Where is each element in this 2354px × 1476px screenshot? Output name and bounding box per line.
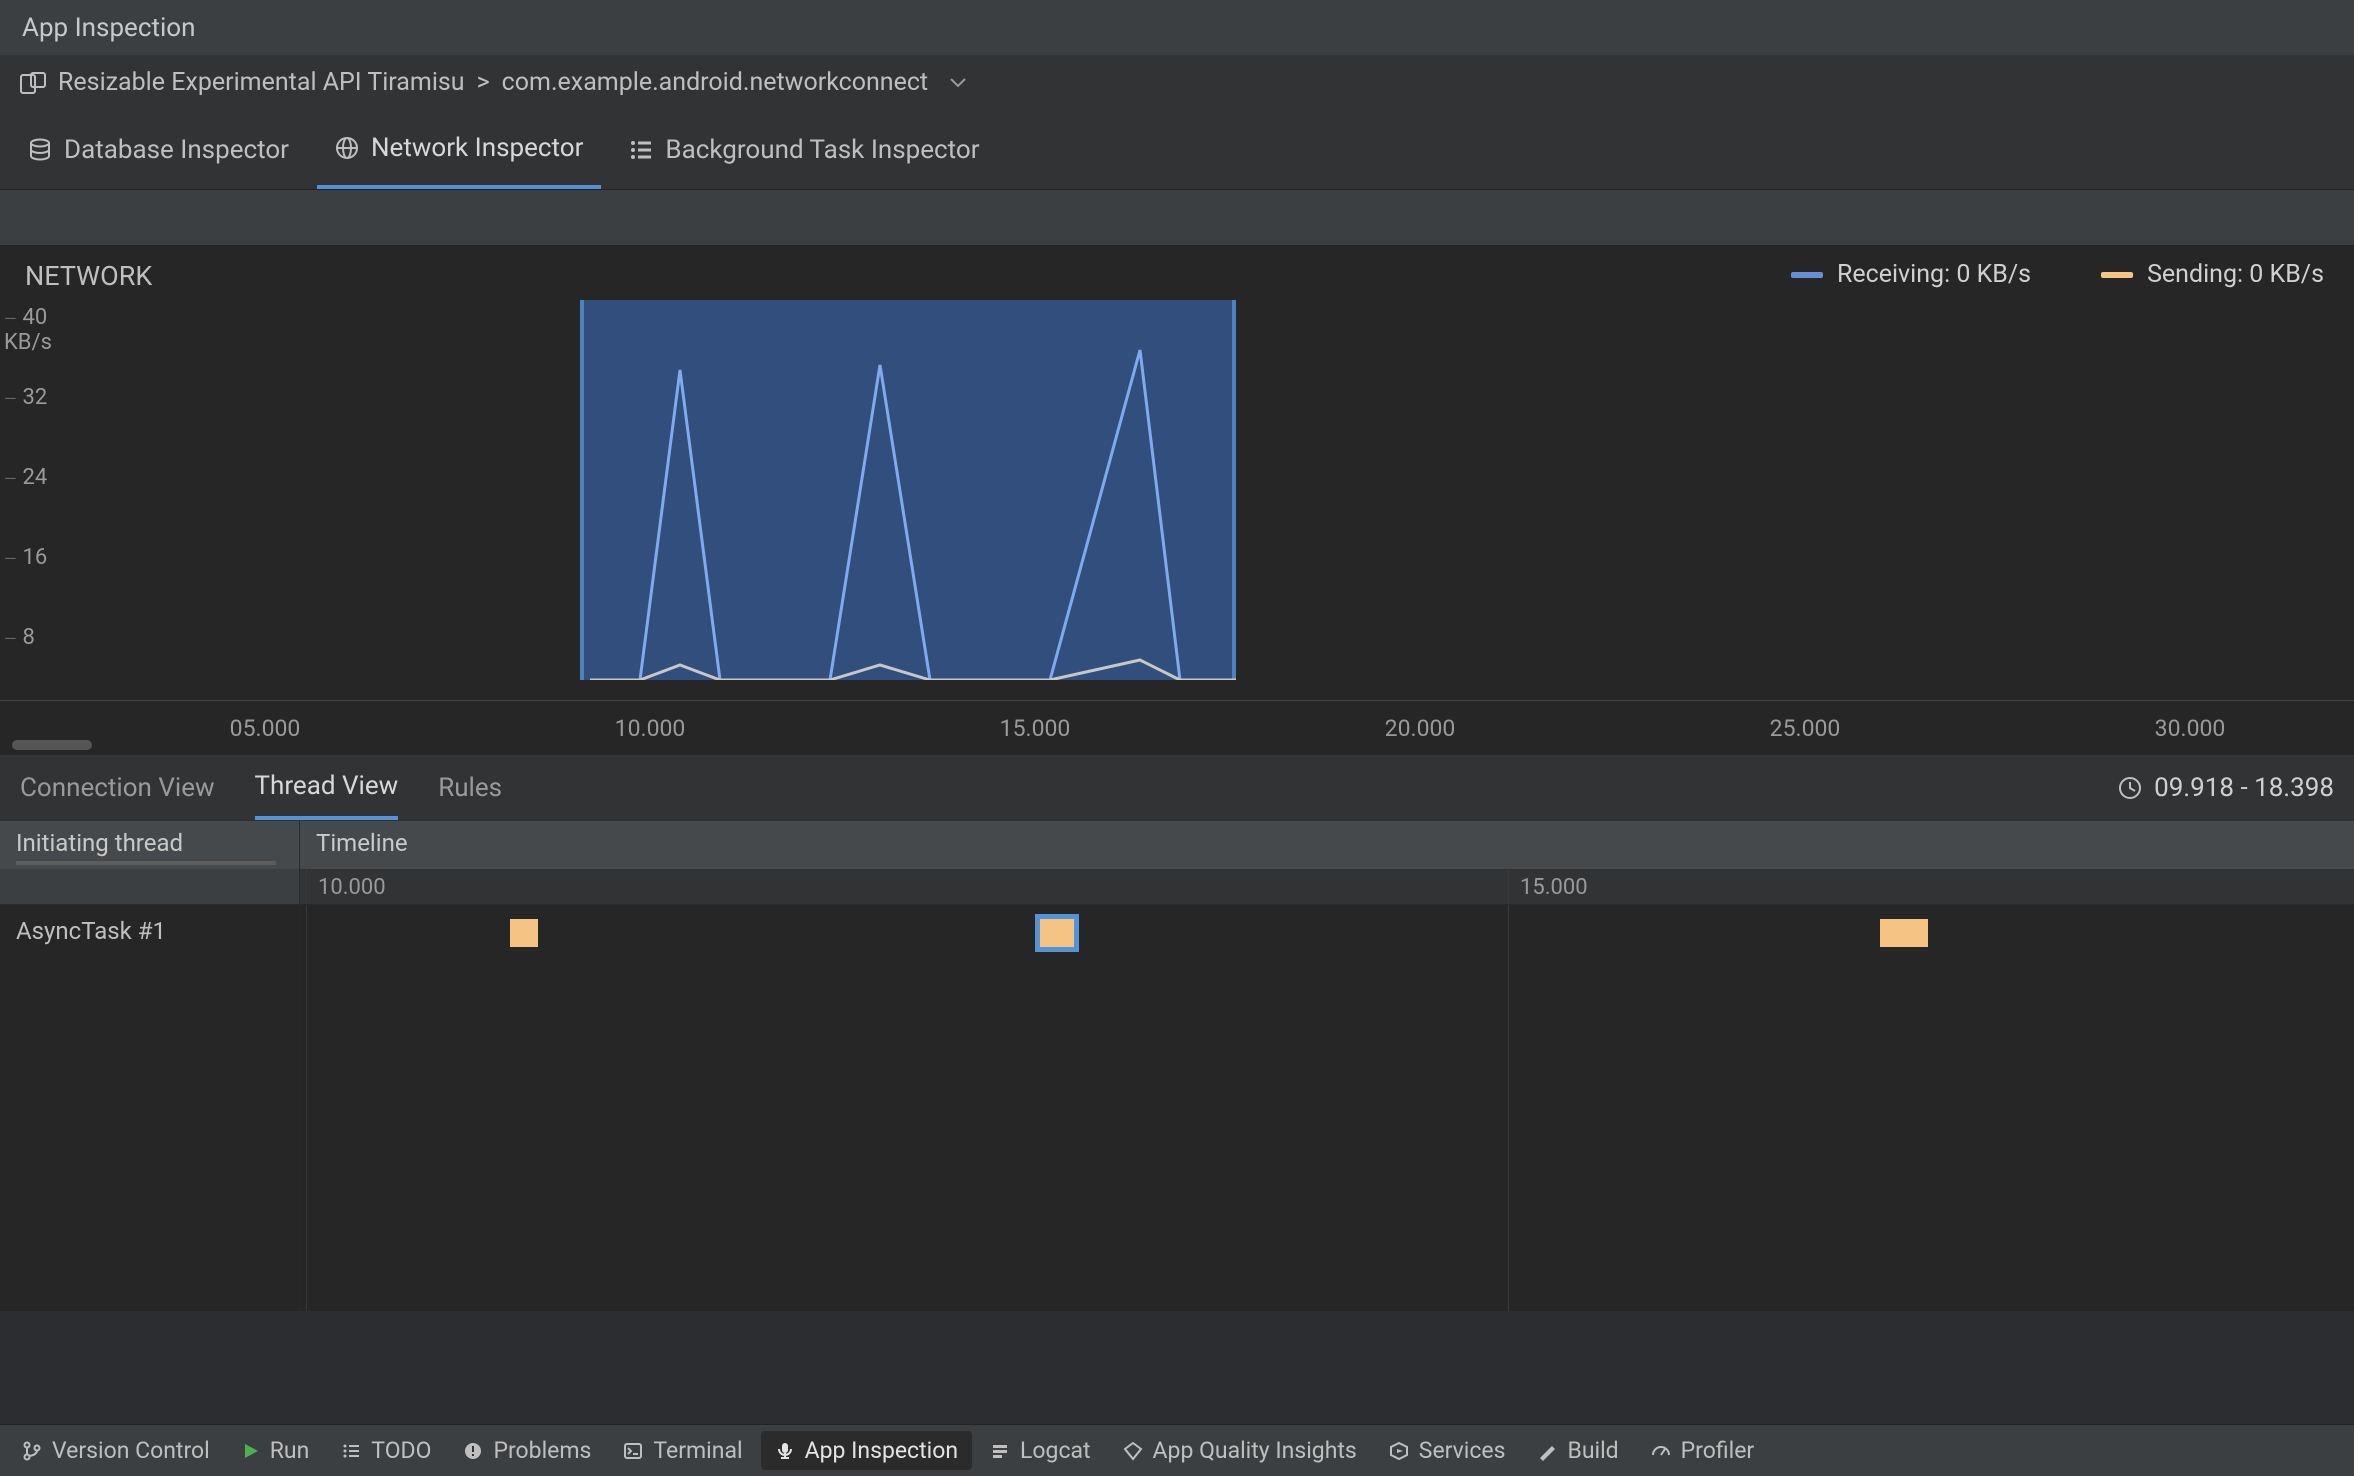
tool-window-app-inspection[interactable]: App Inspection: [761, 1431, 972, 1470]
tool-window-terminal[interactable]: Terminal: [609, 1431, 756, 1470]
tab-thread-view[interactable]: Thread View: [255, 756, 399, 820]
chart-legend: Receiving: 0 KB/s Sending: 0 KB/s: [1791, 260, 2324, 289]
toolbar-strip: [0, 190, 2354, 245]
terminal-icon: [623, 1441, 643, 1461]
x-tick: 20.000: [1385, 715, 1456, 742]
x-tick: 15.000: [1000, 715, 1071, 742]
tool-window-problems[interactable]: Problems: [449, 1431, 605, 1470]
tab-rules[interactable]: Rules: [438, 756, 502, 820]
tool-window-run[interactable]: Run: [228, 1431, 324, 1470]
x-tick: 30.000: [2155, 715, 2226, 742]
device-name: Resizable Experimental API Tiramisu: [58, 68, 465, 97]
tool-label: App Inspection: [805, 1437, 958, 1464]
clock-icon: [2118, 776, 2142, 800]
tool-window-version-control[interactable]: Version Control: [8, 1431, 224, 1470]
thread-table-fill: [0, 961, 2354, 1311]
time-range-value: 09.918 - 18.398: [2154, 773, 2334, 803]
tool-label: Problems: [493, 1437, 591, 1464]
tab-label: Background Task Inspector: [665, 135, 979, 165]
hammer-icon: [1537, 1441, 1557, 1461]
legend-swatch-receiving: [1791, 272, 1823, 278]
tab-label: Thread View: [255, 771, 399, 801]
tool-window-todo[interactable]: TODO: [327, 1431, 445, 1470]
services-icon: [1389, 1441, 1409, 1461]
network-event-chip[interactable]: [510, 919, 538, 947]
tab-connection-view[interactable]: Connection View: [20, 756, 215, 820]
tool-label: Profiler: [1681, 1437, 1755, 1464]
tab-database-inspector[interactable]: Database Inspector: [10, 111, 307, 189]
tab-label: Network Inspector: [371, 133, 583, 163]
thread-row-name[interactable]: AsyncTask #1: [0, 905, 300, 961]
chart-plot-region[interactable]: [0, 300, 2354, 680]
chart-scrollbar-thumb[interactable]: [12, 740, 92, 750]
thread-table-header: Initiating thread Timeline: [0, 821, 2354, 869]
timeline-ruler: 10.000 15.000: [0, 869, 2354, 905]
legend-label: Sending: 0 KB/s: [2147, 260, 2324, 289]
database-icon: [28, 138, 52, 162]
network-event-chip[interactable]: [1040, 919, 1074, 947]
network-event-chip[interactable]: [1880, 919, 1928, 947]
col-label: Timeline: [316, 829, 408, 857]
tool-window-app-quality-insights[interactable]: App Quality Insights: [1109, 1431, 1371, 1470]
tool-label: App Quality Insights: [1153, 1437, 1357, 1464]
tool-window-profiler[interactable]: Profiler: [1637, 1431, 1769, 1470]
ruler-tick: 10.000: [318, 875, 386, 900]
thread-row: AsyncTask #1: [0, 905, 2354, 961]
col-header-initiating-thread[interactable]: Initiating thread: [0, 821, 300, 869]
x-tick: 25.000: [1770, 715, 1841, 742]
diamond-icon: [1123, 1441, 1143, 1461]
tab-label: Connection View: [20, 773, 215, 803]
chart-title: NETWORK: [25, 260, 152, 292]
legend-sending: Sending: 0 KB/s: [2101, 260, 2324, 289]
tool-label: Run: [270, 1437, 310, 1464]
col-label: Initiating thread: [16, 829, 183, 857]
tab-network-inspector[interactable]: Network Inspector: [317, 111, 601, 189]
tool-label: Terminal: [653, 1437, 742, 1464]
thread-row-track[interactable]: [300, 905, 2354, 961]
logcat-icon: [990, 1441, 1010, 1461]
breadcrumb-sep: >: [477, 68, 490, 97]
process-selector[interactable]: Resizable Experimental API Tiramisu > co…: [0, 55, 2354, 110]
panel-title: App Inspection: [22, 13, 195, 43]
globe-icon: [335, 136, 359, 160]
inspector-tab-bar: Database Inspector Network Inspector Bac…: [0, 110, 2354, 190]
device-icon: [20, 72, 46, 94]
tool-label: Version Control: [52, 1437, 210, 1464]
tool-window-bar: Version Control Run TODO Problems Termin…: [0, 1424, 2354, 1476]
list-icon: [341, 1441, 361, 1461]
tool-label: TODO: [371, 1437, 431, 1464]
col-header-timeline[interactable]: Timeline: [300, 821, 2354, 869]
time-range-display: 09.918 - 18.398: [2118, 773, 2334, 803]
process-name: com.example.android.networkconnect: [502, 68, 928, 97]
branch-icon: [22, 1441, 42, 1461]
tool-window-build[interactable]: Build: [1523, 1431, 1632, 1470]
tab-label: Rules: [438, 773, 502, 803]
tool-window-logcat[interactable]: Logcat: [976, 1431, 1105, 1470]
tab-background-task-inspector[interactable]: Background Task Inspector: [611, 111, 997, 189]
tool-label: Logcat: [1020, 1437, 1091, 1464]
chevron-down-icon: [950, 78, 966, 88]
x-tick: 05.000: [230, 715, 301, 742]
tool-label: Services: [1419, 1437, 1506, 1464]
panel-title-bar: App Inspection: [0, 0, 2354, 55]
tool-window-services[interactable]: Services: [1375, 1431, 1520, 1470]
tool-label: Build: [1567, 1437, 1618, 1464]
tab-label: Database Inspector: [64, 135, 289, 165]
legend-label: Receiving: 0 KB/s: [1837, 260, 2031, 289]
play-icon: [242, 1442, 260, 1460]
warning-icon: [463, 1441, 483, 1461]
x-tick: 10.000: [615, 715, 686, 742]
chart-x-axis: 05.000 10.000 15.000 20.000 25.000 30.00…: [0, 700, 2354, 755]
ruler-tick: 15.000: [1520, 875, 1588, 900]
legend-swatch-sending: [2101, 272, 2133, 278]
list-icon: [629, 138, 653, 162]
network-chart[interactable]: NETWORK Receiving: 0 KB/s Sending: 0 KB/…: [0, 245, 2354, 755]
legend-receiving: Receiving: 0 KB/s: [1791, 260, 2031, 289]
chart-sending-series: [0, 300, 2354, 680]
detail-view-tabs: Connection View Thread View Rules 09.918…: [0, 755, 2354, 821]
inspection-icon: [775, 1441, 795, 1461]
gauge-icon: [1651, 1441, 1671, 1461]
